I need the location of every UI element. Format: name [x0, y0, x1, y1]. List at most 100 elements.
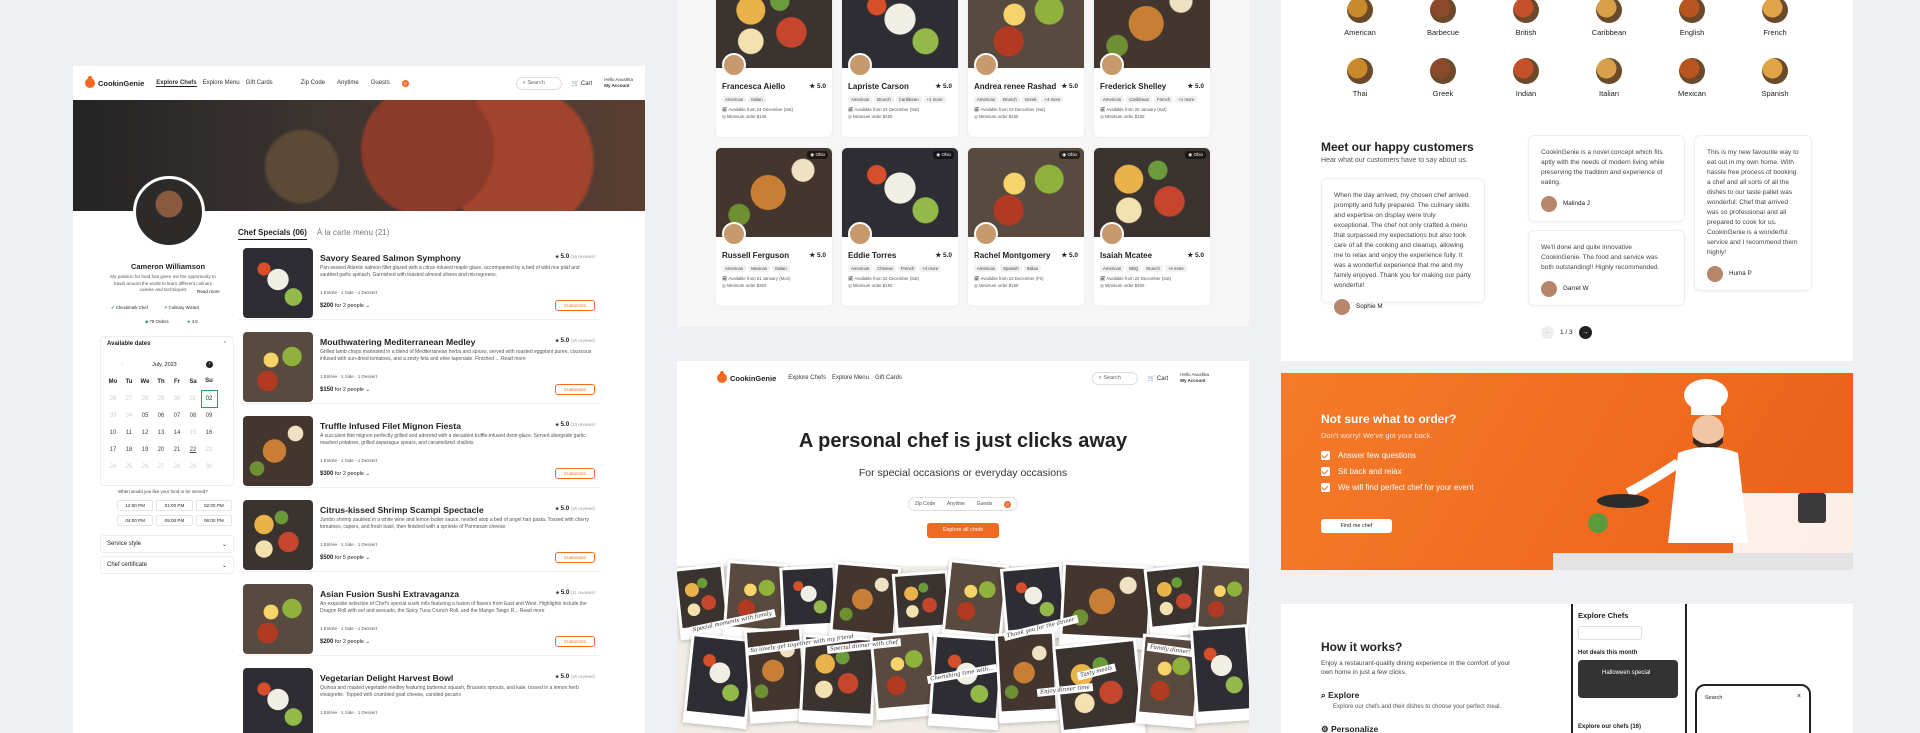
close-icon[interactable]: ×	[1797, 693, 1801, 700]
zip-filter[interactable]: Zip Code	[301, 80, 325, 86]
calendar-day[interactable]: 27	[121, 390, 137, 407]
tab-a-la-carte[interactable]: À la carte menu (21)	[317, 228, 389, 240]
calendar-day[interactable]: 16	[201, 424, 217, 441]
cuisine-item[interactable]: Indian	[1496, 58, 1556, 98]
calendar-day[interactable]: 19	[137, 441, 153, 458]
calendar-day[interactable]: 20	[153, 441, 169, 458]
calendar-day[interactable]: 29	[185, 458, 201, 475]
nav-gift-cards[interactable]: Gift Cards	[246, 80, 273, 86]
cart-button[interactable]: 🛒 Cart	[572, 80, 593, 87]
cuisine-item[interactable]: Mexican	[1662, 58, 1722, 98]
calendar-day[interactable]: 17	[105, 441, 121, 458]
customize-button[interactable]: Customize	[554, 636, 595, 647]
calendar-day[interactable]: 10	[105, 424, 121, 441]
chef-card[interactable]: ◉ OhioLapriste Carson★ 5.0AmericanBrunch…	[841, 0, 959, 138]
explore-chefs-button[interactable]: Explore all chefs	[927, 523, 999, 538]
chef-card[interactable]: ◉ OhioFrancesca Aiello★ 5.0AmericanItali…	[715, 0, 833, 138]
brand-logo[interactable]: CookinGenie	[717, 371, 776, 383]
customize-button[interactable]: Customize	[554, 468, 595, 479]
bio-read-more-link[interactable]: Read more	[197, 289, 220, 294]
guests-filter[interactable]: Guests	[371, 80, 390, 86]
calendar-day[interactable]: 14	[169, 424, 185, 441]
calendar-day[interactable]: 12	[137, 424, 153, 441]
zip-filter[interactable]: Zip Code	[915, 501, 935, 507]
chef-certificate-filter[interactable]: Chef certificate ⌄	[100, 556, 234, 574]
time-slot-button[interactable]: 06:00 PM	[195, 515, 232, 526]
chef-card[interactable]: ◉ OhioAndrea renee Rashad★ 5.0AmericanBr…	[967, 0, 1085, 138]
nav-explore-menu[interactable]: Explore Menu	[203, 80, 240, 86]
customize-button[interactable]: Customize	[554, 552, 595, 563]
search-input[interactable]: ⌕ Search	[515, 76, 562, 90]
cuisine-item[interactable]: French	[1745, 0, 1805, 37]
calendar-day[interactable]: 28	[137, 390, 153, 407]
calendar-day[interactable]: 05	[137, 407, 153, 424]
calendar-day[interactable]: 24	[105, 458, 121, 475]
next-month-icon[interactable]: ›	[205, 361, 213, 368]
cuisine-item[interactable]: Caribbean	[1579, 0, 1639, 37]
customize-button[interactable]: Customize	[554, 384, 595, 395]
chef-card[interactable]: ◉ Ohio Isaiah Mcatee ★ 5.0 American BBQ Brunc…	[1093, 147, 1211, 307]
time-slot-button[interactable]: 02:00 PM	[195, 500, 232, 511]
chef-card[interactable]: ◉ Ohio Russell Ferguson ★ 5.0 American Mexic…	[715, 147, 833, 307]
cuisine-item[interactable]: Spanish	[1745, 58, 1805, 98]
calendar-day[interactable]: 09	[201, 407, 217, 424]
calendar-day[interactable]: 13	[153, 424, 169, 441]
nav-gift-cards[interactable]: Gift Cards	[875, 375, 902, 381]
calendar-day[interactable]: 26	[105, 390, 121, 407]
phone-deal-card[interactable]: Halloween special	[1578, 660, 1678, 698]
calendar-day[interactable]: 25	[121, 458, 137, 475]
account-menu[interactable]: Hello Anushka My Account	[1180, 372, 1209, 384]
calendar-day[interactable]: 04	[121, 407, 137, 424]
calendar-day[interactable]: 15	[185, 424, 201, 441]
search-input[interactable]: ⌕ Search	[1091, 371, 1138, 385]
calendar-day[interactable]: 30	[169, 390, 185, 407]
calendar-day[interactable]: 03	[105, 407, 121, 424]
nav-explore-menu[interactable]: Explore Menu	[832, 375, 869, 381]
next-arrow-icon[interactable]: →	[1578, 326, 1592, 339]
nav-explore-chefs[interactable]: Explore Chefs	[156, 80, 197, 87]
chef-card[interactable]: ◉ OhioFrederick Shelley★ 5.0AmericanCari…	[1093, 0, 1211, 138]
cuisine-item[interactable]: English	[1662, 0, 1722, 37]
cart-button[interactable]: 🛒 Cart	[1148, 375, 1169, 382]
prev-month-icon[interactable]: ‹	[121, 362, 123, 368]
calendar-day[interactable]: 11	[121, 424, 137, 441]
tab-chef-specials[interactable]: Chef Specials (06)	[238, 228, 307, 240]
time-slot-button[interactable]: 12:00 PM	[117, 500, 154, 511]
calendar-day[interactable]: 06	[153, 407, 169, 424]
cuisine-item[interactable]: Greek	[1413, 58, 1473, 98]
calendar-day[interactable]: 08	[185, 407, 201, 424]
calendar-day[interactable]: 01	[185, 390, 201, 407]
calendar-day[interactable]: 07	[169, 407, 185, 424]
nav-explore-chefs[interactable]: Explore Chefs	[788, 375, 826, 381]
guests-filter[interactable]: Guests	[977, 501, 993, 507]
calendar-day[interactable]: 18	[121, 441, 137, 458]
cuisine-item[interactable]: British	[1496, 0, 1556, 37]
service-style-filter[interactable]: Service style ⌄	[100, 535, 234, 553]
date-filter[interactable]: Anytime	[337, 80, 359, 86]
cuisine-item[interactable]: Thai	[1330, 58, 1390, 98]
calendar-day[interactable]: 29	[153, 390, 169, 407]
cuisine-item[interactable]: American	[1330, 0, 1390, 37]
account-menu[interactable]: Hello Anushka My Account	[604, 77, 633, 89]
cuisine-item[interactable]: Barbecue	[1413, 0, 1473, 37]
calendar-day[interactable]: 22	[185, 441, 201, 458]
calendar-day[interactable]: 21	[169, 441, 185, 458]
find-me-chef-button[interactable]: Find me chef	[1321, 519, 1392, 533]
time-slot-button[interactable]: 04:00 PM	[117, 515, 154, 526]
customize-button[interactable]: Customize	[554, 300, 595, 311]
calendar-day[interactable]: 30	[201, 458, 217, 475]
prev-arrow-icon[interactable]: ←	[1541, 326, 1554, 339]
calendar-day[interactable]: 26	[137, 458, 153, 475]
time-slot-button[interactable]: 01:00 PM	[156, 500, 193, 511]
brand-logo[interactable]: CookinGenie	[85, 76, 144, 88]
chevron-up-icon[interactable]: ⌃	[223, 341, 227, 347]
calendar-day[interactable]: 28	[169, 458, 185, 475]
date-filter[interactable]: Anytime	[947, 501, 965, 507]
chef-card[interactable]: ◉ Ohio Rachel Montgomery ★ 5.0 American Span…	[967, 147, 1085, 307]
chef-card[interactable]: ◉ Ohio Eddie Torres ★ 5.0 American Chinese Fr…	[841, 147, 959, 307]
calendar-day[interactable]: 23	[201, 441, 217, 458]
cuisine-item[interactable]: Italian	[1579, 58, 1639, 98]
time-slot-button[interactable]: 05:00 PM	[156, 515, 193, 526]
calendar-day[interactable]: 02	[200, 389, 218, 408]
calendar-day[interactable]: 27	[153, 458, 169, 475]
